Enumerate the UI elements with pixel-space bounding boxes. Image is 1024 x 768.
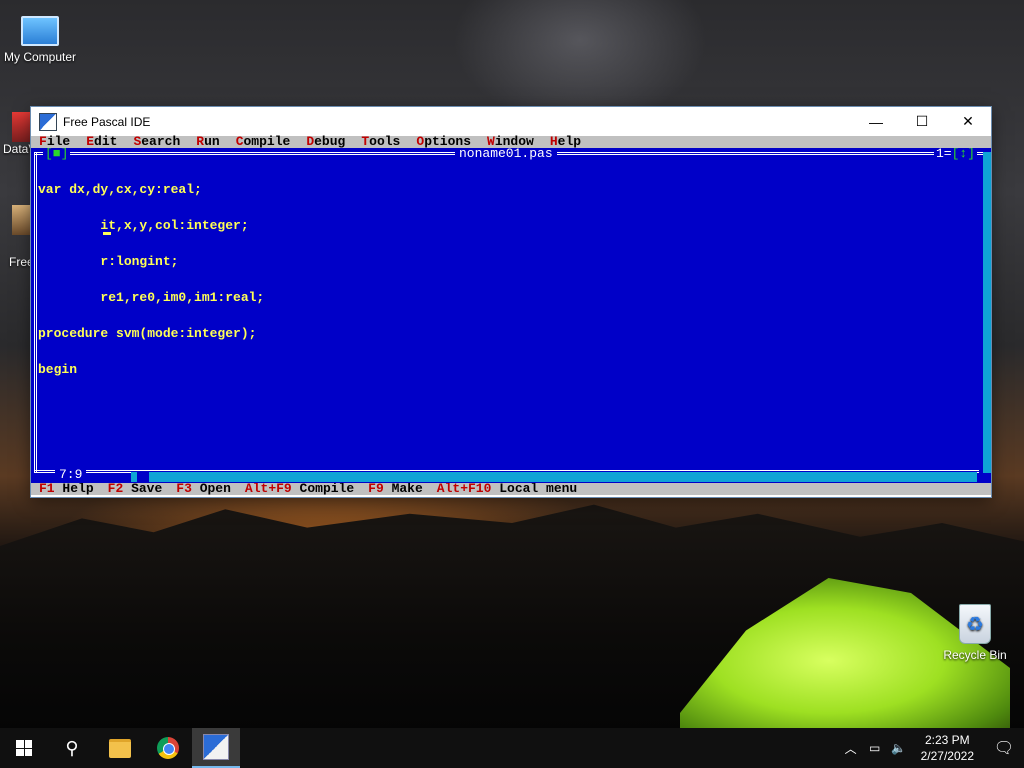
code-area[interactable]: var dx,dy,cx,cy:real; it,x,y,col:integer… [38, 160, 975, 400]
maximize-button[interactable]: ☐ [899, 107, 945, 136]
code-line: r:longint; [38, 254, 179, 269]
taskbar: ⚲ ︿ ▭ 🔈 2:23 PM 2/27/2022 🗨 [0, 728, 1024, 768]
free-pascal-ide-window[interactable]: Free Pascal IDE — ☐ ✕ File Edit Search R… [31, 107, 991, 497]
free-pascal-icon [203, 734, 229, 760]
editor-close-box[interactable]: [■] [43, 148, 71, 160]
computer-icon [21, 16, 59, 46]
desktop-icon-recycle-bin[interactable]: ♻ Recycle Bin [935, 604, 1015, 662]
chrome-button[interactable] [144, 728, 192, 768]
window-titlebar[interactable]: Free Pascal IDE — ☐ ✕ [31, 107, 991, 136]
vertical-scrollbar[interactable] [983, 152, 991, 473]
close-button[interactable]: ✕ [945, 107, 991, 136]
volume-icon[interactable]: 🔈 [887, 741, 911, 755]
code-line: re1,re0,im0,im1:real; [38, 290, 265, 305]
window-title: Free Pascal IDE [63, 114, 151, 129]
text-cursor [103, 232, 111, 235]
menu-compile[interactable]: Compile [236, 135, 291, 148]
menu-window[interactable]: Window [487, 135, 534, 148]
network-icon[interactable]: ▭ [863, 741, 887, 755]
system-tray: ︿ ▭ 🔈 2:23 PM 2/27/2022 🗨 [839, 728, 1024, 768]
file-explorer-button[interactable] [96, 728, 144, 768]
desktop-icon-label: My Computer [3, 50, 77, 64]
menu-search[interactable]: Search [133, 135, 180, 148]
start-icon [16, 740, 32, 756]
free-pascal-app-icon [39, 112, 57, 131]
search-icon: ⚲ [65, 737, 79, 758]
clock-time: 2:23 PM [924, 733, 970, 747]
status-local-menu[interactable]: Alt+F10 Local menu [437, 482, 577, 495]
clock[interactable]: 2:23 PM 2/27/2022 [911, 732, 984, 764]
menu-options[interactable]: Options [416, 135, 471, 148]
code-line: it,x,y,col:integer; [38, 218, 249, 233]
menu-run[interactable]: Run [196, 135, 219, 148]
editor-window[interactable]: [■] noname01.pas 1=[↕] var dx,dy,cx,cy:r… [31, 148, 991, 483]
clock-date: 2/27/2022 [920, 749, 974, 763]
editor-window-number[interactable]: 1=[↕] [933, 148, 977, 160]
free-pascal-taskbar-button[interactable] [192, 728, 240, 768]
code-line: procedure svm(mode:integer); [38, 326, 257, 341]
status-make[interactable]: F9 Make [368, 482, 423, 495]
menu-debug[interactable]: Debug [306, 135, 345, 148]
status-compile[interactable]: Alt+F9 Compile [245, 482, 354, 495]
recycle-bin-icon: ♻ [959, 604, 991, 644]
notification-icon[interactable]: 🗨 [984, 738, 1024, 758]
menu-edit[interactable]: Edit [86, 135, 117, 148]
code-line: var dx,dy,cx,cy:real; [38, 182, 202, 197]
desktop-icon-my-computer[interactable]: My Computer [0, 10, 80, 64]
editor-filename: noname01.pas [455, 148, 557, 160]
search-button[interactable]: ⚲ [48, 728, 96, 768]
cursor-position: 7:9 [55, 468, 87, 481]
menu-bar: File Edit Search Run Compile Debug Tools… [31, 135, 991, 148]
status-bar: F1 Help F2 Save F3 Open Alt+F9 Compile F… [31, 482, 991, 495]
menu-file[interactable]: File [39, 135, 70, 148]
horizontal-scrollbar[interactable] [131, 472, 977, 482]
status-open[interactable]: F3 Open [176, 482, 231, 495]
minimize-button[interactable]: — [853, 107, 899, 136]
code-line: begin [38, 362, 78, 377]
status-help[interactable]: F1 Help [39, 482, 94, 495]
chevron-up-icon[interactable]: ︿ [839, 740, 863, 757]
desktop-icon-label: Recycle Bin [943, 648, 1007, 662]
chrome-icon [157, 737, 179, 759]
menu-help[interactable]: Help [550, 135, 581, 148]
file-explorer-icon [109, 738, 131, 758]
start-button[interactable] [0, 728, 48, 768]
scroll-thumb[interactable] [137, 472, 149, 482]
status-save[interactable]: F2 Save [108, 482, 163, 495]
menu-tools[interactable]: Tools [361, 135, 400, 148]
editor-frame-left [34, 152, 37, 473]
